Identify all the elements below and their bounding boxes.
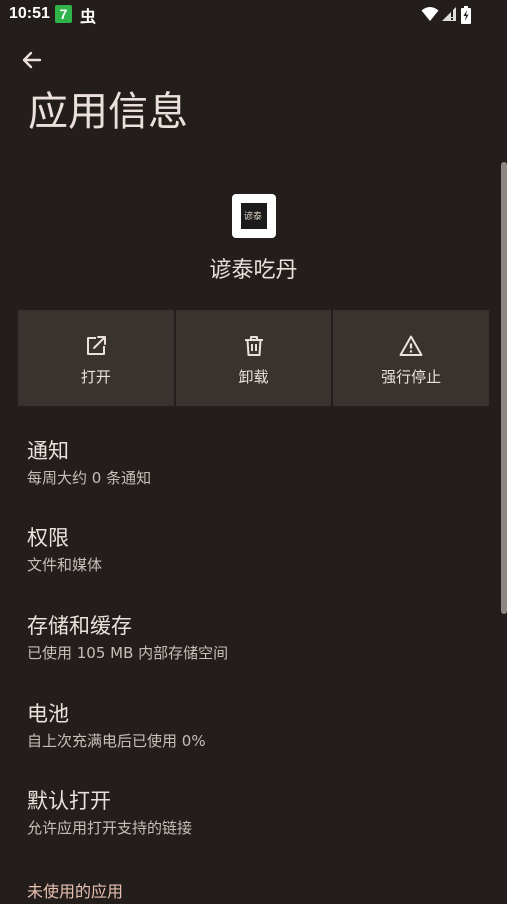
open-button[interactable]: 打开 — [18, 310, 174, 406]
app-icon-text: 谚泰 — [244, 212, 263, 222]
setting-title: 权限 — [27, 526, 69, 550]
uninstall-button[interactable]: 卸载 — [175, 310, 332, 406]
open-button-label: 打开 — [80, 368, 111, 386]
app-name: 谚泰吃丹 — [209, 258, 298, 283]
notification-bug-icon: 虫 — [80, 7, 97, 26]
app-icon: 谚泰 — [232, 194, 276, 238]
open-external-icon — [86, 336, 106, 355]
section-header-unused-apps: 未使用的应用 — [27, 882, 124, 901]
setting-summary: 每周大约 0 条通知 — [27, 469, 152, 487]
setting-permissions[interactable]: 权限 文件和媒体 — [0, 523, 500, 603]
status-bar: 10:51 7 虫 — [0, 0, 507, 30]
setting-summary: 允许应用打开支持的链接 — [27, 819, 193, 837]
setting-open-by-default[interactable]: 默认打开 允许应用打开支持的链接 — [0, 786, 500, 866]
setting-battery[interactable]: 电池 自上次充满电后已使用 0% — [0, 699, 500, 779]
warning-icon — [399, 335, 423, 356]
setting-title: 存储和缓存 — [27, 614, 132, 638]
setting-summary: 已使用 105 MB 内部存储空间 — [27, 644, 229, 662]
signal-icon — [442, 7, 456, 21]
arrow-back-icon — [22, 51, 42, 69]
back-button[interactable] — [18, 46, 46, 74]
action-buttons: 打开 卸载 强行停止 — [18, 310, 490, 406]
setting-summary: 自上次充满电后已使用 0% — [27, 732, 206, 750]
setting-notifications[interactable]: 通知 每周大约 0 条通知 — [0, 436, 500, 516]
uninstall-button-label: 卸载 — [238, 368, 269, 386]
status-time: 10:51 — [9, 5, 50, 22]
force-stop-button[interactable]: 强行停止 — [333, 310, 490, 406]
force-stop-button-label: 强行停止 — [381, 368, 442, 386]
setting-title: 通知 — [27, 439, 69, 463]
setting-summary: 文件和媒体 — [27, 556, 103, 574]
battery-icon — [461, 6, 471, 24]
setting-title: 默认打开 — [27, 789, 111, 813]
page-title: 应用信息 — [28, 89, 188, 135]
status-indicators — [421, 6, 481, 24]
scrollbar[interactable] — [501, 162, 507, 614]
setting-storage[interactable]: 存储和缓存 已使用 105 MB 内部存储空间 — [0, 611, 500, 691]
notification-app-icon: 7 — [55, 5, 72, 23]
wifi-icon — [421, 7, 439, 21]
trash-icon — [244, 336, 263, 356]
setting-title: 电池 — [27, 702, 69, 726]
